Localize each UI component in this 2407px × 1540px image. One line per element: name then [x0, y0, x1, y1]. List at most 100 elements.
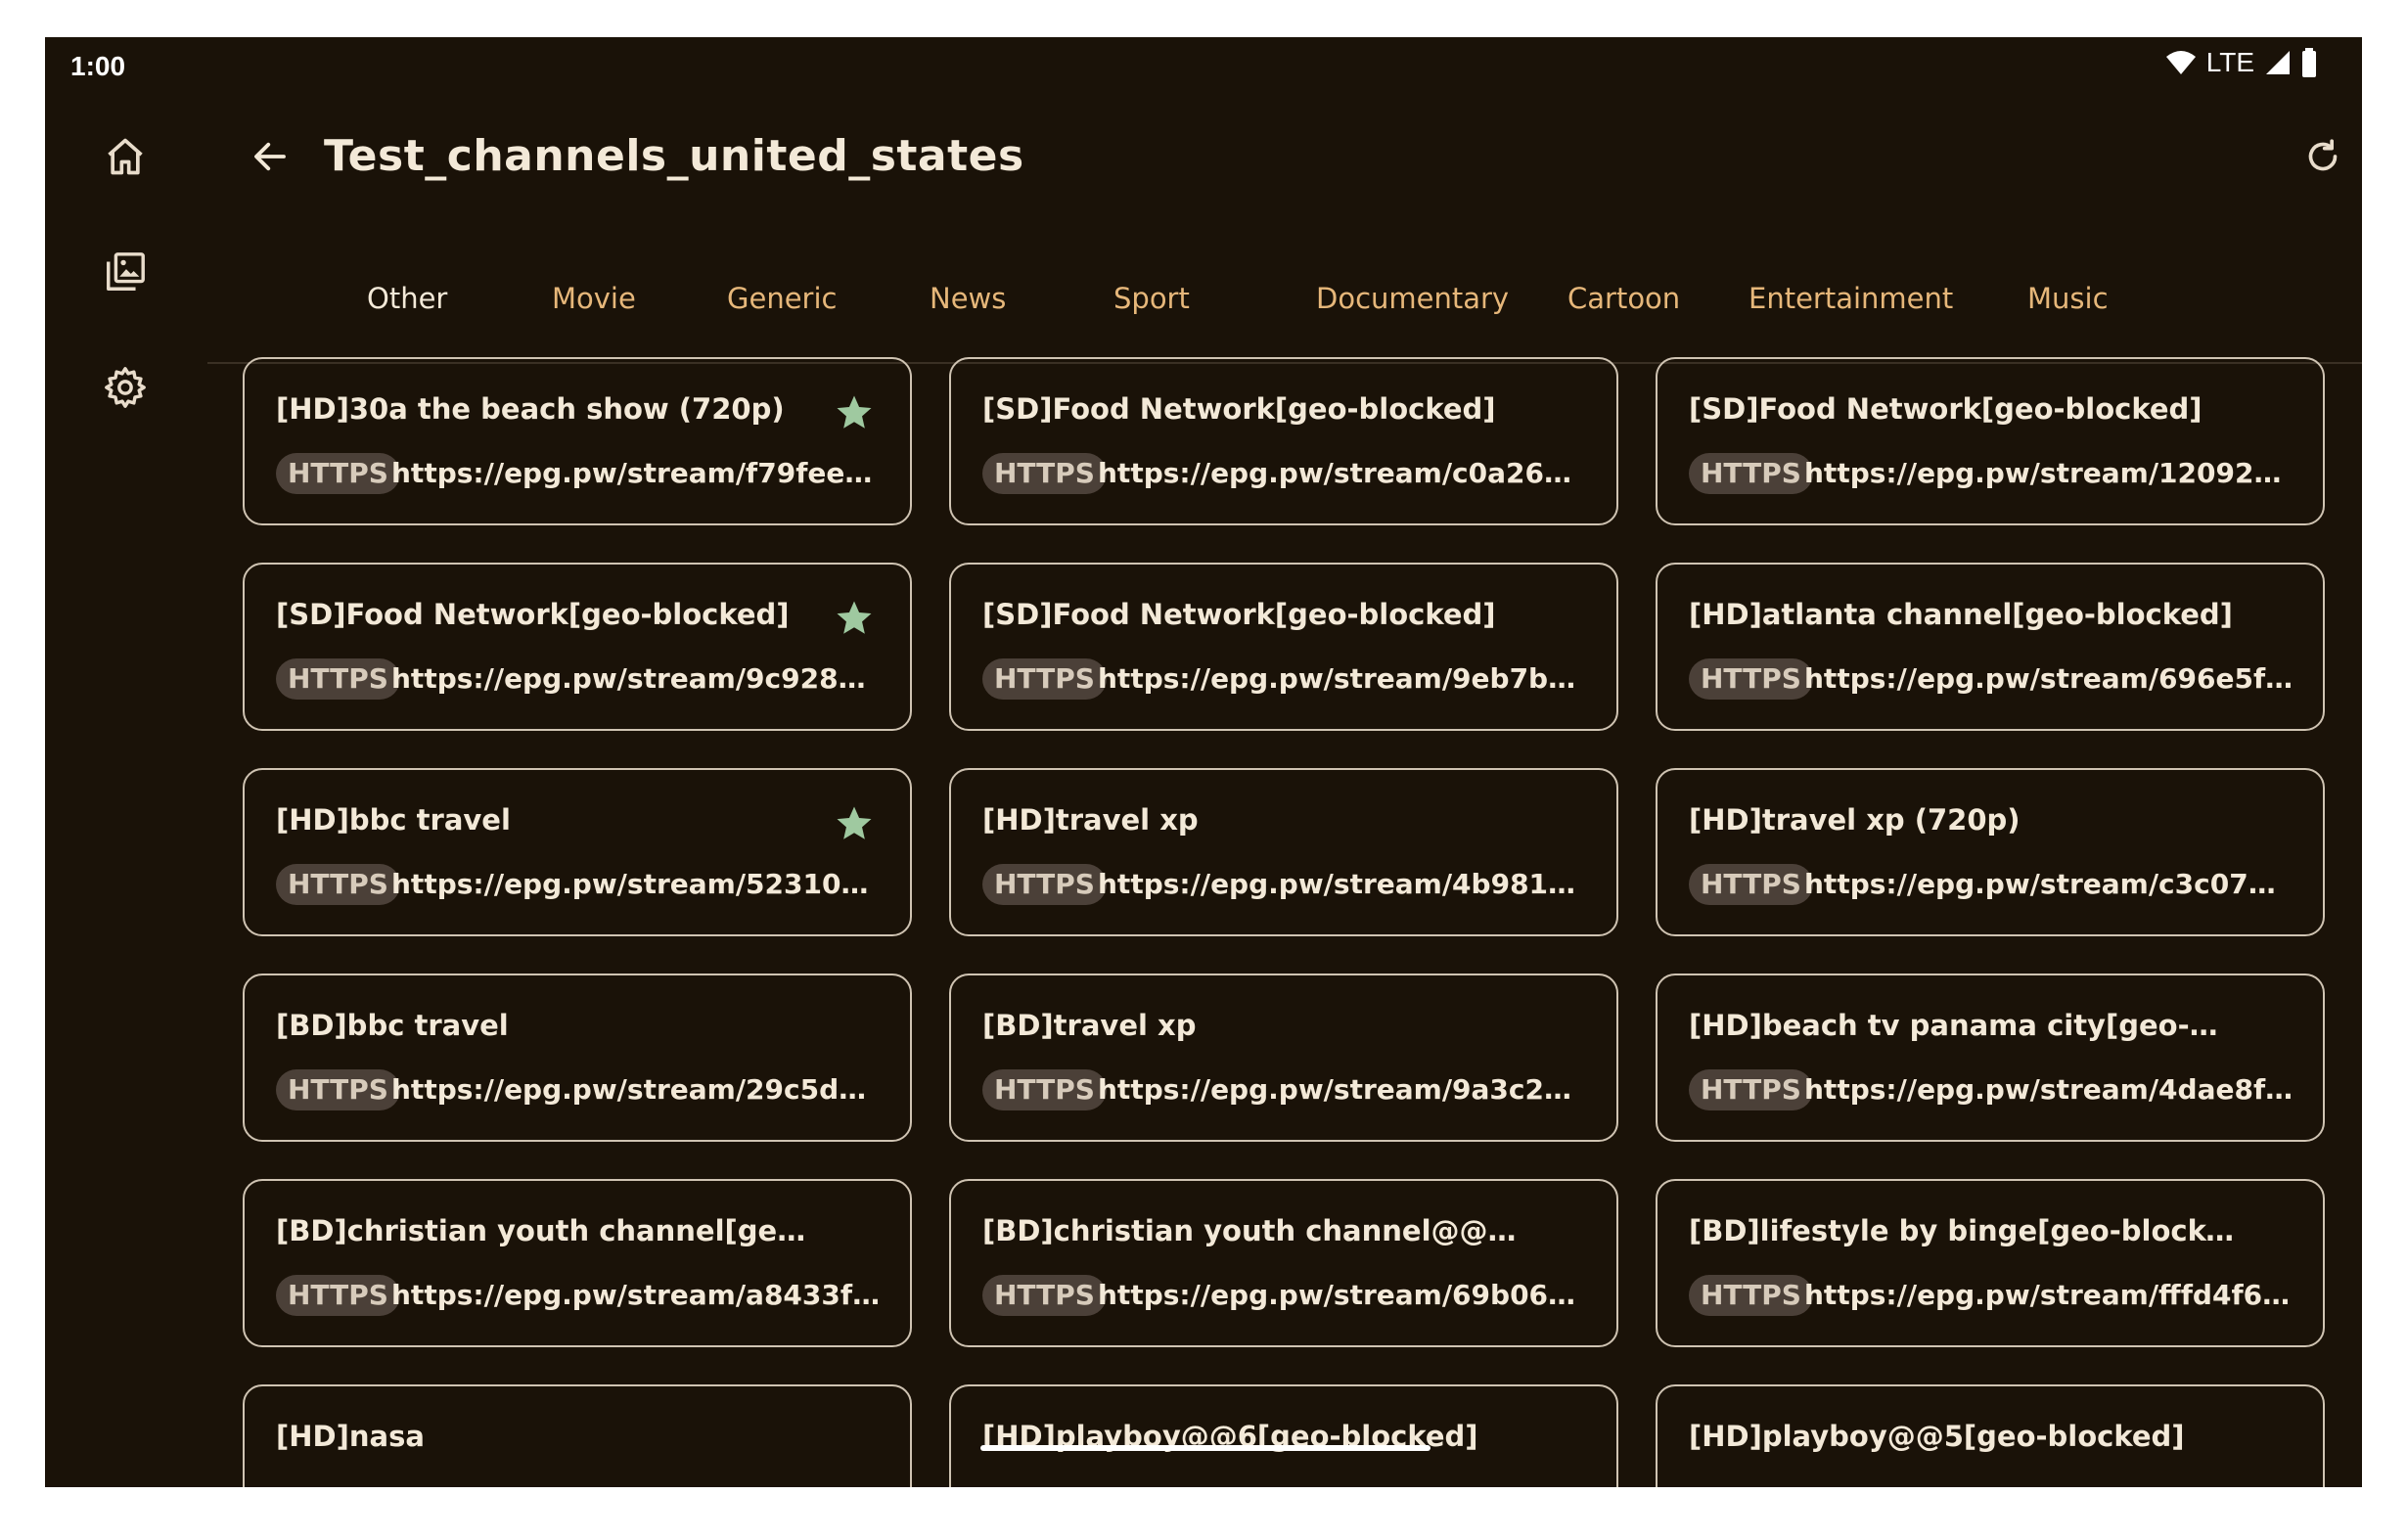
channel-title: [BD]lifestyle by binge[geo-blocked] [1689, 1214, 2237, 1247]
back-button[interactable] [241, 127, 299, 186]
back-arrow-icon [254, 142, 286, 171]
channel-card[interactable]: [HD]playboy@@5[geo-blocked] [1656, 1384, 2325, 1487]
protocol-badge: HTTPS [276, 864, 400, 905]
home-button[interactable] [96, 127, 155, 186]
channel-title: [SD]Food Network[geo-blocked] [276, 598, 790, 631]
stream-url: https://epg.pw/stream/f79fee8553... [391, 457, 881, 489]
protocol-badge: HTTPS [982, 864, 1107, 905]
channel-card[interactable]: [BD]lifestyle by binge[geo-blocked] HTTP… [1656, 1179, 2325, 1347]
network-type: LTE [2205, 47, 2254, 77]
stream-url: https://epg.pw/stream/fffd4f6a028... [1804, 1279, 2293, 1311]
star-icon[interactable] [834, 598, 875, 639]
stream-url: https://epg.pw/stream/9eb7bad34... [1098, 662, 1587, 695]
channel-title: [SD]Food Network[geo-blocked] [982, 598, 1496, 631]
stream-url: https://epg.pw/stream/c0a26ce7ca... [1098, 457, 1587, 489]
channel-card-focused[interactable]: [HD]playboy@@6[geo-blocked] [949, 1384, 1618, 1487]
channel-card[interactable]: [HD]beach tv panama city[geo-blocked] HT… [1656, 974, 2325, 1142]
protocol-badge: HTTPS [982, 453, 1107, 494]
home-icon [108, 138, 143, 175]
status-icons: LTE [2165, 47, 2317, 78]
channel-card[interactable]: [SD]Food Network[geo-blocked] HTTPS http… [949, 563, 1618, 731]
channel-card[interactable]: [SD]Food Network[geo-blocked] HTTPS http… [949, 357, 1618, 525]
focus-indicator [980, 1445, 1431, 1451]
category-tabs: Other Movie Generic News Sport Documenta… [207, 252, 2362, 364]
channel-title: [SD]Food Network[geo-blocked] [1689, 392, 2203, 426]
channel-title: [BD]bbc travel [276, 1009, 509, 1042]
channel-title: [BD]christian youth channel@@1[geo-bloc.… [982, 1214, 1530, 1247]
protocol-badge: HTTPS [1689, 864, 1813, 905]
channel-title: [HD]travel xp (720p) [1689, 803, 2021, 837]
wifi-icon [2165, 51, 2196, 74]
protocol-badge: HTTPS [276, 453, 400, 494]
status-time: 1:00 [70, 51, 126, 81]
stream-url: https://epg.pw/stream/120929218c... [1804, 457, 2293, 489]
tab-entertainment[interactable]: Entertainment [1748, 282, 1953, 315]
channel-title: [SD]Food Network[geo-blocked] [982, 392, 1496, 426]
tab-cartoon[interactable]: Cartoon [1567, 282, 1680, 315]
protocol-badge: HTTPS [1689, 1069, 1813, 1110]
stream-url: https://epg.pw/stream/4dae8f7baa... [1804, 1073, 2293, 1106]
channel-card[interactable]: [SD]Food Network[geo-blocked] HTTPS http… [1656, 357, 2325, 525]
battery-icon [2302, 48, 2316, 77]
channel-grid: [HD]30a the beach show (720p) HTTPS http… [243, 357, 2342, 1487]
status-bar: 1:00 LTE [45, 37, 2362, 96]
protocol-badge: HTTPS [982, 1275, 1107, 1316]
library-icon [107, 252, 145, 291]
stream-url: https://epg.pw/stream/52310c262d... [391, 868, 881, 900]
channel-title: [BD]travel xp [982, 1009, 1197, 1042]
tab-documentary[interactable]: Documentary [1316, 282, 1509, 315]
channel-card[interactable]: [SD]Food Network[geo-blocked] HTTPS http… [243, 563, 912, 731]
tab-news[interactable]: News [930, 282, 1006, 315]
channel-card[interactable]: [HD]travel xp (720p) HTTPS https://epg.p… [1656, 768, 2325, 936]
channel-card[interactable]: [HD]atlanta channel[geo-blocked] HTTPS h… [1656, 563, 2325, 731]
channel-title: [HD]30a the beach show (720p) [276, 392, 785, 426]
stream-url: https://epg.pw/stream/a8433f789b... [391, 1279, 881, 1311]
tablet-screen: 1:00 LTE Test_channels_united_states Oth… [45, 37, 2362, 1487]
channel-card[interactable]: [HD]travel xp HTTPS https://epg.pw/strea… [949, 768, 1618, 936]
stream-url: https://epg.pw/stream/c3c07dde7... [1804, 868, 2293, 900]
cell-signal-icon [2266, 51, 2290, 74]
refresh-icon [2308, 139, 2338, 171]
channel-card[interactable]: [BD]christian youth channel@@1[geo-bloc.… [949, 1179, 1618, 1347]
star-icon[interactable] [834, 392, 875, 433]
channel-title: [HD]travel xp [982, 803, 1199, 837]
channel-card[interactable]: [BD]christian youth channel[geo-blocked]… [243, 1179, 912, 1347]
protocol-badge: HTTPS [276, 658, 400, 700]
settings-button[interactable] [96, 358, 155, 417]
tab-sport[interactable]: Sport [1113, 282, 1190, 315]
protocol-badge: HTTPS [982, 1069, 1107, 1110]
stream-url: https://epg.pw/stream/69b06b479... [1098, 1279, 1587, 1311]
protocol-badge: HTTPS [982, 658, 1107, 700]
channel-card[interactable]: [BD]travel xp HTTPS https://epg.pw/strea… [949, 974, 1618, 1142]
library-button[interactable] [96, 243, 155, 301]
channel-title: [HD]nasa [276, 1420, 425, 1453]
stream-url: https://epg.pw/stream/29c5d4e52... [391, 1073, 881, 1106]
settings-icon [105, 367, 146, 408]
channel-title: [HD]bbc travel [276, 803, 511, 837]
stream-url: https://epg.pw/stream/4b9815ad4... [1098, 868, 1587, 900]
protocol-badge: HTTPS [1689, 453, 1813, 494]
page-title: Test_channels_united_states [324, 131, 1024, 181]
protocol-badge: HTTPS [276, 1275, 400, 1316]
tab-other[interactable]: Other [367, 282, 447, 315]
channel-card[interactable]: [HD]bbc travel HTTPS https://epg.pw/stre… [243, 768, 912, 936]
navigation-rail [45, 96, 207, 1487]
tab-generic[interactable]: Generic [727, 282, 837, 315]
channel-card[interactable]: [HD]nasa [243, 1384, 912, 1487]
protocol-badge: HTTPS [1689, 658, 1813, 700]
stream-url: https://epg.pw/stream/9c928c807... [391, 662, 881, 695]
channel-title: [HD]beach tv panama city[geo-blocked] [1689, 1009, 2237, 1042]
channel-title: [HD]atlanta channel[geo-blocked] [1689, 598, 2233, 631]
refresh-button[interactable] [2293, 127, 2352, 186]
protocol-badge: HTTPS [1689, 1275, 1813, 1316]
stream-url: https://epg.pw/stream/9a3c26744... [1098, 1073, 1587, 1106]
channel-title: [BD]christian youth channel[geo-blocked] [276, 1214, 824, 1247]
tab-music[interactable]: Music [2027, 282, 2109, 315]
channel-card[interactable]: [HD]30a the beach show (720p) HTTPS http… [243, 357, 912, 525]
protocol-badge: HTTPS [276, 1069, 400, 1110]
channel-title: [HD]playboy@@5[geo-blocked] [1689, 1420, 2185, 1453]
stream-url: https://epg.pw/stream/696e5f1d0b... [1804, 662, 2293, 695]
star-icon[interactable] [834, 803, 875, 844]
channel-card[interactable]: [BD]bbc travel HTTPS https://epg.pw/stre… [243, 974, 912, 1142]
tab-movie[interactable]: Movie [552, 282, 636, 315]
